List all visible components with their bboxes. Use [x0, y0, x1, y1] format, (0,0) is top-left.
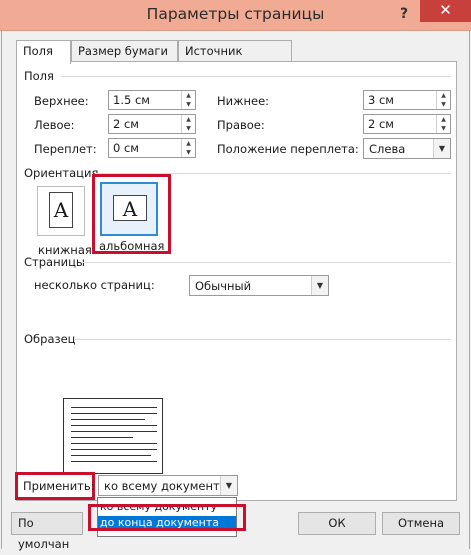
preview-line	[71, 413, 157, 414]
preview-line	[71, 455, 151, 456]
spin-up-icon[interactable]: ▲	[437, 115, 450, 124]
left-margin-label: Левое:	[34, 118, 75, 132]
close-button[interactable]: ✕	[420, 0, 471, 22]
preview-line	[71, 443, 157, 444]
preview-line	[71, 425, 157, 426]
gutter-value: 0 см	[113, 141, 139, 155]
divider	[75, 339, 451, 340]
preview-line	[71, 449, 157, 450]
title-bar: Параметры страницы ? ✕	[0, 0, 471, 31]
spin-up-icon[interactable]: ▲	[182, 115, 195, 124]
cancel-button[interactable]: Отмена	[382, 512, 460, 535]
spin-down-icon[interactable]: ▼	[437, 124, 450, 133]
tab-paper-source[interactable]: Источник бумаги	[178, 40, 292, 78]
gutter-position-label: Положение переплета:	[217, 142, 359, 156]
orientation-section-label: Ориентация	[24, 166, 99, 180]
divider	[83, 262, 451, 263]
spin-arrows[interactable]: ▲ ▼	[436, 115, 450, 133]
left-margin-field[interactable]: 2 см ▲ ▼	[108, 114, 196, 134]
ok-button[interactable]: ОК	[298, 512, 376, 535]
spin-arrows[interactable]: ▲ ▼	[181, 139, 195, 157]
gutter-field[interactable]: 0 см ▲ ▼	[108, 138, 196, 158]
bottom-margin-value: 3 см	[368, 93, 394, 107]
chevron-down-icon[interactable]: ▼	[311, 276, 328, 295]
preview-line	[71, 431, 157, 432]
left-margin-value: 2 см	[113, 117, 139, 131]
portrait-option[interactable]: A	[37, 186, 85, 236]
landscape-page-icon: A	[113, 195, 147, 221]
default-button[interactable]: По умолчан	[11, 512, 83, 551]
landscape-option[interactable]: A	[100, 182, 158, 236]
multiple-pages-select[interactable]: Обычный ▼	[189, 275, 329, 296]
spin-down-icon[interactable]: ▼	[182, 148, 195, 157]
tab-panel: Поля Верхнее: 1.5 см ▲ ▼ Нижнее: 3 см ▲ ▼ …	[16, 61, 457, 501]
preview-line	[71, 419, 145, 420]
margins-section-label: Поля	[24, 69, 54, 83]
help-button[interactable]: ?	[393, 3, 415, 25]
chevron-down-icon[interactable]: ▼	[220, 476, 237, 495]
spin-arrows[interactable]: ▲ ▼	[181, 91, 195, 109]
gutter-label: Переплет:	[34, 142, 97, 156]
multiple-pages-value: Обычный	[195, 279, 252, 293]
top-margin-field[interactable]: 1.5 см ▲ ▼	[108, 90, 196, 110]
spin-arrows[interactable]: ▲ ▼	[181, 115, 195, 133]
right-margin-field[interactable]: 2 см ▲ ▼	[363, 114, 451, 134]
sample-section-label: Образец	[24, 332, 76, 346]
spin-up-icon[interactable]: ▲	[182, 91, 195, 100]
bottom-margin-field[interactable]: 3 см ▲ ▼	[363, 90, 451, 110]
spin-up-icon[interactable]: ▲	[182, 139, 195, 148]
spin-down-icon[interactable]: ▼	[182, 100, 195, 109]
gutter-position-select[interactable]: Слева ▼	[363, 138, 451, 159]
right-margin-value: 2 см	[368, 117, 394, 131]
apply-to-value: ко всему документу	[104, 479, 227, 493]
pages-section-label: Страницы	[24, 255, 85, 269]
chevron-down-icon[interactable]: ▼	[433, 139, 450, 158]
apply-label: Применить:	[23, 479, 95, 493]
divider	[61, 76, 451, 77]
tab-margins[interactable]: Поля	[16, 40, 71, 64]
spin-down-icon[interactable]: ▼	[182, 124, 195, 133]
preview-line	[71, 461, 157, 462]
bottom-margin-label: Нижнее:	[217, 94, 270, 108]
preview-line	[71, 407, 157, 408]
spin-down-icon[interactable]: ▼	[437, 100, 450, 109]
option-highlight-box	[88, 504, 246, 531]
top-margin-value: 1.5 см	[113, 93, 150, 107]
page-preview	[63, 398, 163, 474]
multiple-pages-label: несколько страниц:	[34, 278, 155, 292]
portrait-page-icon: A	[49, 192, 73, 228]
spin-arrows[interactable]: ▲ ▼	[436, 91, 450, 109]
dialog-client: Поля Размер бумаги Источник бумаги Поля …	[1, 31, 470, 551]
spin-up-icon[interactable]: ▲	[437, 91, 450, 100]
landscape-label: альбомная	[99, 239, 165, 253]
tab-paper-size[interactable]: Размер бумаги	[71, 40, 178, 62]
preview-line	[71, 437, 133, 438]
right-margin-label: Правое:	[217, 118, 265, 132]
top-margin-label: Верхнее:	[34, 94, 89, 108]
apply-to-select[interactable]: ко всему документу ▼	[98, 475, 238, 496]
gutter-position-value: Слева	[369, 142, 406, 156]
